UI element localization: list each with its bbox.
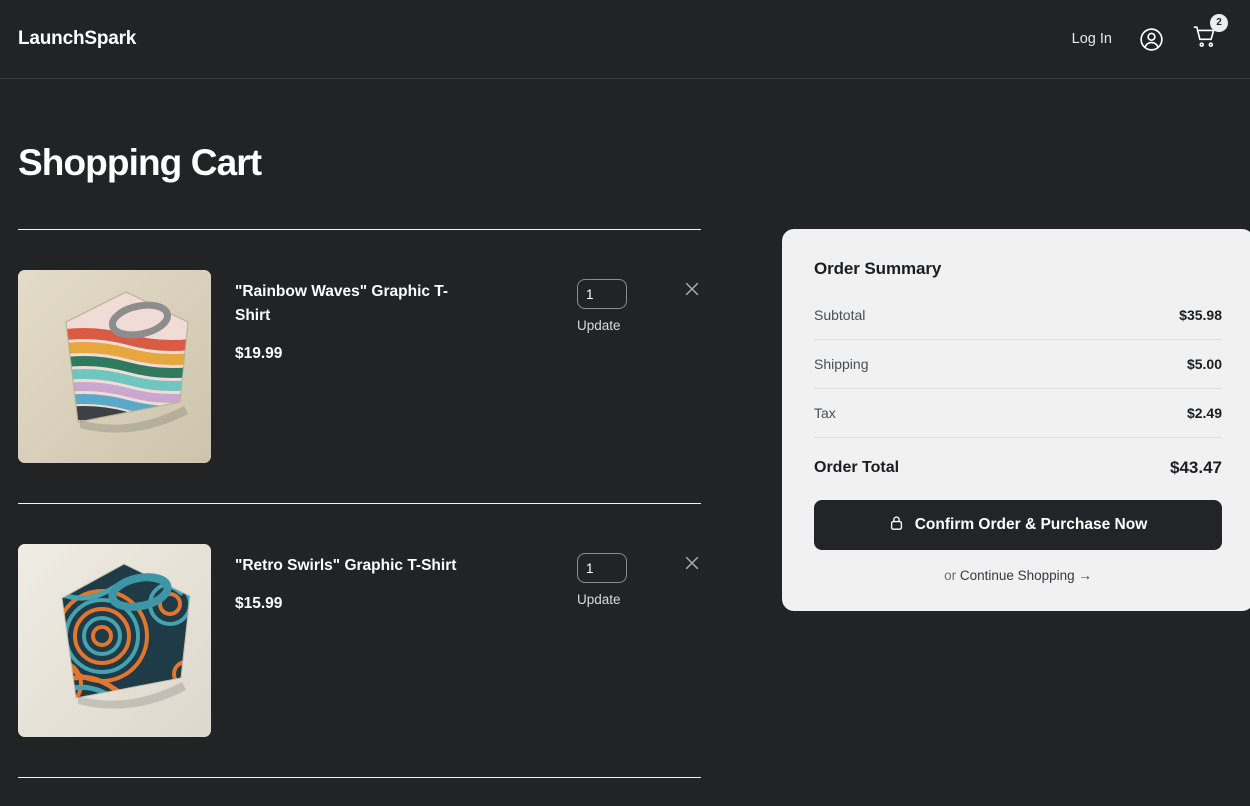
summary-label: Tax	[814, 405, 836, 421]
user-circle-icon[interactable]	[1138, 26, 1165, 53]
continue-shopping-link[interactable]: Continue Shopping →	[960, 568, 1092, 583]
summary-row-subtotal: Subtotal $35.98	[814, 301, 1222, 340]
product-price: $15.99	[235, 595, 283, 613]
order-summary-card: Order Summary Subtotal $35.98 Shipping $…	[782, 229, 1250, 611]
page-title: Shopping Cart	[18, 142, 262, 183]
summary-value: $35.98	[1179, 307, 1222, 323]
login-link[interactable]: Log In	[1072, 31, 1112, 47]
summary-value: $2.49	[1186, 405, 1222, 421]
summary-value: $5.00	[1186, 356, 1222, 372]
product-price: $19.99	[235, 345, 283, 363]
confirm-order-button[interactable]: Confirm Order & Purchase Now	[814, 500, 1222, 550]
order-summary-title: Order Summary	[814, 259, 942, 278]
header-actions: Log In 2	[1072, 13, 1232, 56]
product-name[interactable]: "Rainbow Waves" Graphic T-Shirt	[235, 280, 457, 328]
update-quantity-link[interactable]: Update	[577, 318, 657, 333]
quantity-group: Update	[577, 544, 657, 607]
product-name[interactable]: "Retro Swirls" Graphic T-Shirt	[235, 554, 457, 578]
order-total-row: Order Total $43.47	[814, 438, 1222, 478]
summary-label: Shipping	[814, 356, 869, 372]
continue-shopping-wrap: or Continue Shopping →	[814, 568, 1222, 583]
quantity-input[interactable]	[577, 279, 627, 309]
cart-item-row: "Rainbow Waves" Graphic T-Shirt $19.99 U…	[18, 230, 701, 503]
cart-item-row: "Retro Swirls" Graphic T-Shirt $15.99 Up…	[18, 504, 701, 777]
close-icon[interactable]	[683, 280, 701, 298]
product-info: "Rainbow Waves" Graphic T-Shirt $19.99	[211, 270, 577, 363]
cart-badge: 2	[1210, 13, 1228, 32]
update-quantity-link[interactable]: Update	[577, 592, 657, 607]
order-total-value: $43.47	[1170, 458, 1222, 477]
lock-icon	[889, 515, 904, 536]
quantity-input[interactable]	[577, 553, 627, 583]
summary-row-tax: Tax $2.49	[814, 389, 1222, 438]
continue-prefix: or	[944, 568, 960, 583]
divider-bottom	[18, 777, 701, 778]
site-header: LaunchSpark Log In 2	[0, 0, 1250, 79]
close-icon[interactable]	[683, 554, 701, 572]
brand-logo[interactable]: LaunchSpark	[18, 28, 136, 50]
summary-label: Subtotal	[814, 307, 866, 323]
summary-row-shipping: Shipping $5.00	[814, 340, 1222, 389]
product-thumbnail[interactable]	[18, 270, 211, 463]
page-body: Shopping Cart "Rainbow Waves" Graphic T-…	[0, 142, 1250, 778]
product-info: "Retro Swirls" Graphic T-Shirt $15.99	[211, 544, 577, 613]
remove-group	[657, 544, 701, 575]
cart-items-list: "Rainbow Waves" Graphic T-Shirt $19.99 U…	[18, 229, 701, 778]
order-summary-panel: Order Summary Subtotal $35.98 Shipping $…	[782, 229, 1250, 611]
confirm-order-label: Confirm Order & Purchase Now	[914, 516, 1148, 533]
quantity-group: Update	[577, 270, 657, 333]
order-summary-rows: Subtotal $35.98 Shipping $5.00 Tax $2.49	[814, 301, 1222, 438]
order-total-label: Order Total	[814, 459, 900, 476]
product-thumbnail[interactable]	[18, 544, 211, 737]
remove-group	[657, 270, 701, 301]
cart-button[interactable]: 2	[1191, 13, 1228, 56]
cart-content: "Rainbow Waves" Graphic T-Shirt $19.99 U…	[18, 229, 1250, 778]
